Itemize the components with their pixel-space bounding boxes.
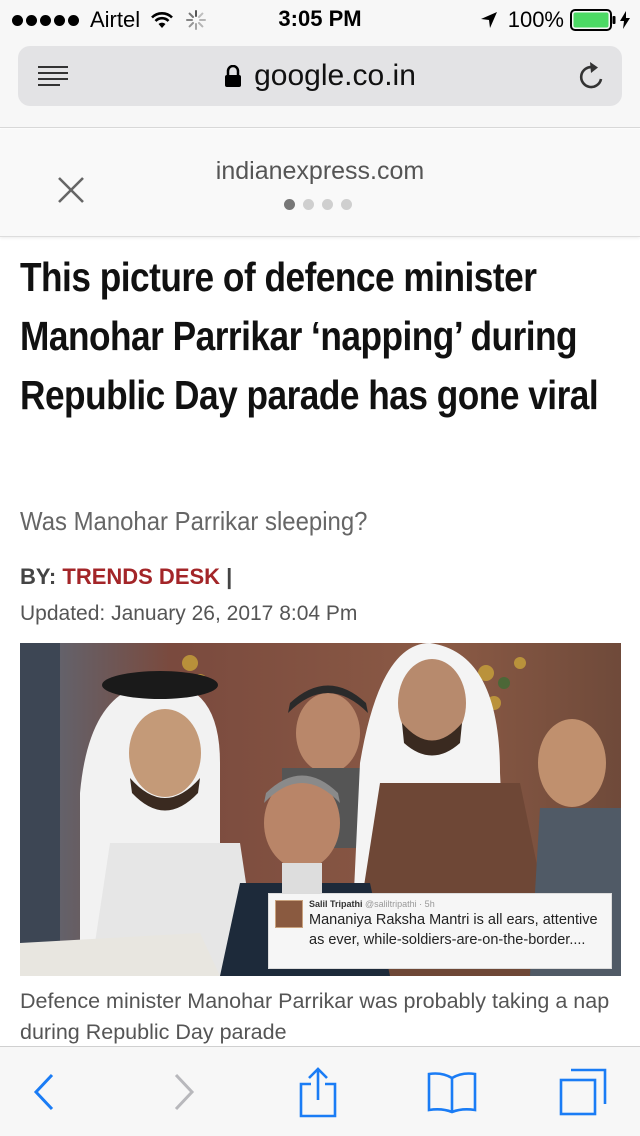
tabs-button[interactable] [552, 1047, 614, 1136]
lock-icon [225, 65, 242, 87]
back-button[interactable] [14, 1047, 74, 1136]
page-dot [322, 199, 333, 210]
url-text: google.co.in [254, 59, 416, 92]
byline-author-link[interactable]: TRENDS DESK [62, 564, 220, 589]
battery-percent: 100% [507, 7, 564, 32]
byline-prefix: BY: [20, 564, 63, 589]
byline-suffix: | [220, 564, 233, 589]
browser-url-bar: google.co.in [0, 40, 640, 128]
charging-bolt-icon [620, 11, 630, 29]
forward-chevron-icon [174, 1073, 195, 1111]
article-updated-time: Updated: January 26, 2017 8:04 Pm [20, 602, 358, 625]
embedded-tweet-overlay: Salil Tripathi @saliltripathi · 5h Manan… [268, 893, 612, 969]
bookmarks-book-icon [427, 1072, 477, 1114]
article-byline: BY: TRENDS DESK | [20, 564, 232, 590]
article-subheadline: Was Manohar Parrikar sleeping? [20, 506, 368, 536]
location-arrow-icon [480, 12, 497, 28]
page-dot-active [284, 199, 295, 210]
tweet-avatar [275, 900, 303, 928]
page-dot [303, 199, 314, 210]
bookmarks-button[interactable] [420, 1047, 484, 1136]
article-image: Salil Tripathi @saliltripathi · 5h Manan… [20, 643, 621, 976]
share-button[interactable] [288, 1047, 348, 1136]
battery-icon [570, 9, 616, 31]
tweet-text: Mananiya Raksha Mantri is all ears, atte… [309, 912, 598, 948]
tabs-icon [559, 1068, 607, 1116]
address-field[interactable]: google.co.in [18, 46, 622, 106]
page-dot [341, 199, 352, 210]
tweet-header: Salil Tripathi @saliltripathi · 5h [309, 898, 605, 910]
url-display[interactable]: google.co.in [18, 46, 622, 106]
forward-button[interactable] [154, 1047, 214, 1136]
tweet-author-name: Salil Tripathi [309, 899, 363, 909]
article-headline: This picture of defence minister Manohar… [20, 254, 599, 418]
status-bar: Airtel 3:05 PM 100% [0, 0, 640, 40]
reload-icon[interactable] [576, 60, 606, 92]
tweet-handle: @saliltripathi · 5h [365, 899, 435, 909]
status-right: 100% [480, 6, 630, 34]
browser-toolbar [0, 1046, 640, 1136]
amp-page-indicator [284, 199, 360, 210]
back-chevron-icon [33, 1073, 54, 1111]
image-caption: Defence minister Manohar Parrikar was pr… [20, 989, 610, 1044]
amp-viewer-header: indianexpress.com [0, 129, 640, 237]
share-icon [299, 1067, 337, 1118]
amp-source-domain[interactable]: indianexpress.com [0, 157, 640, 186]
